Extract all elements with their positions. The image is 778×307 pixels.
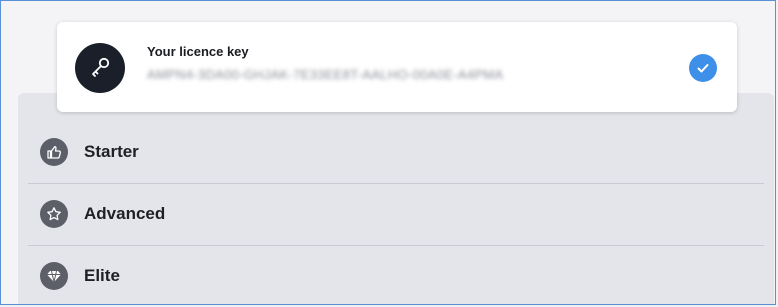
diamond-icon <box>40 262 68 290</box>
thumbs-up-icon <box>40 138 68 166</box>
licence-key-value: AMPN4-3DA00-GHJAK-7E33EE8T-AALHO-00A0E-A… <box>147 67 504 82</box>
licence-key-card: Your licence key AMPN4-3DA00-GHJAK-7E33E… <box>57 22 737 112</box>
key-icon <box>75 43 125 93</box>
licence-panel: Starter Advanced Elite Your licence key … <box>0 0 776 305</box>
plan-list: Starter Advanced Elite <box>18 93 774 304</box>
check-circle-icon <box>689 54 717 82</box>
plan-label: Advanced <box>84 204 166 223</box>
licence-key-title: Your licence key <box>147 44 249 59</box>
plan-item-elite[interactable]: Elite <box>28 245 764 304</box>
plan-item-starter[interactable]: Starter <box>28 121 764 183</box>
plan-label: Elite <box>84 266 120 285</box>
plan-item-advanced[interactable]: Advanced <box>28 183 764 245</box>
star-icon <box>40 200 68 228</box>
plan-label: Starter <box>84 142 139 161</box>
